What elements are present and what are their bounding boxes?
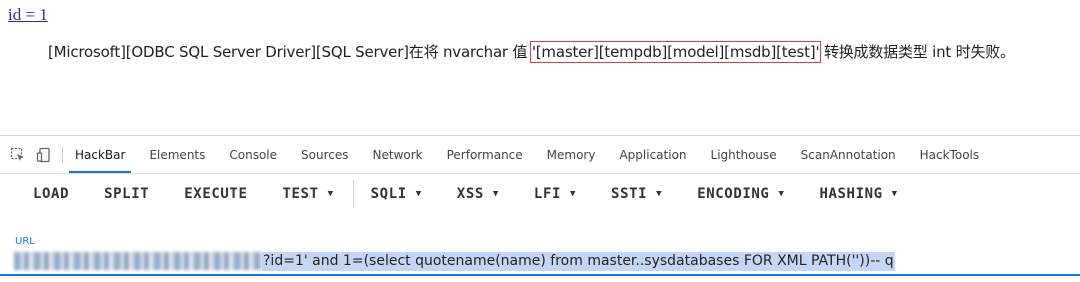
encoding-label: ENCODING xyxy=(697,186,770,202)
page-content: id = 1 [Microsoft][ODBC SQL Server Drive… xyxy=(0,0,1080,135)
error-prefix: [Microsoft][ODBC SQL Server Driver][SQL … xyxy=(48,43,532,61)
devtools-tabbar: HackBar Elements Console Sources Network… xyxy=(0,136,1080,174)
hackbar-toolbar: LOAD SPLIT EXECUTE TEST ▼ SQLI ▼ XSS ▼ LFI ▼… xyxy=(0,174,1080,214)
tab-lighthouse[interactable]: Lighthouse xyxy=(711,148,777,162)
load-button[interactable]: LOAD xyxy=(33,186,69,202)
tab-hackbar[interactable]: HackBar xyxy=(68,148,132,173)
tab-console[interactable]: Console xyxy=(229,148,277,162)
caret-down-icon: ▼ xyxy=(656,189,663,199)
sqli-label: SQLI xyxy=(370,186,407,202)
url-field-underline xyxy=(0,274,1080,276)
caret-down-icon: ▼ xyxy=(778,189,785,199)
lfi-dropdown[interactable]: LFI ▼ xyxy=(534,186,576,202)
tab-application[interactable]: Application xyxy=(619,148,686,162)
url-field-label: URL xyxy=(15,236,35,247)
split-button[interactable]: SPLIT xyxy=(104,186,149,202)
url-field[interactable]: ?id=1' and 1=(select quotename(name) fro… xyxy=(14,251,895,271)
ssti-label: SSTI xyxy=(611,186,648,202)
caret-down-icon: ▼ xyxy=(570,189,577,199)
tab-memory[interactable]: Memory xyxy=(547,148,596,162)
caret-down-icon: ▼ xyxy=(415,189,422,199)
tab-performance[interactable]: Performance xyxy=(447,148,523,162)
devtools-panel: HackBar Elements Console Sources Network… xyxy=(0,135,1080,282)
hashing-dropdown[interactable]: HASHING ▼ xyxy=(819,186,897,202)
tab-elements[interactable]: Elements xyxy=(149,148,205,162)
tab-hacktools[interactable]: HackTools xyxy=(920,148,979,162)
blurred-url-host xyxy=(14,252,262,270)
xss-dropdown[interactable]: XSS ▼ xyxy=(457,186,499,202)
tab-network[interactable]: Network xyxy=(373,148,423,162)
tabbar-divider xyxy=(62,146,63,163)
tab-scanannotation[interactable]: ScanAnnotation xyxy=(801,148,896,162)
device-toolbar-icon[interactable] xyxy=(36,147,52,163)
caret-down-icon: ▼ xyxy=(891,189,898,199)
inspect-element-icon[interactable] xyxy=(10,147,26,163)
test-label: TEST xyxy=(282,186,319,202)
execute-button[interactable]: EXECUTE xyxy=(184,186,247,202)
hashing-label: HASHING xyxy=(819,186,883,202)
error-suffix: 转换成数据类型 int 时失败。 xyxy=(819,43,1015,61)
tab-sources[interactable]: Sources xyxy=(301,148,348,162)
url-value[interactable]: ?id=1' and 1=(select quotename(name) fro… xyxy=(262,251,895,271)
lfi-label: LFI xyxy=(533,186,562,202)
sqli-dropdown[interactable]: SQLI ▼ xyxy=(371,186,422,202)
caret-down-icon: ▼ xyxy=(327,189,334,199)
caret-down-icon: ▼ xyxy=(492,189,499,199)
toolbar-divider xyxy=(352,180,354,208)
encoding-dropdown[interactable]: ENCODING ▼ xyxy=(697,186,784,202)
id-link[interactable]: id = 1 xyxy=(8,5,48,25)
error-message: [Microsoft][ODBC SQL Server Driver][SQL … xyxy=(48,41,1015,63)
test-dropdown[interactable]: TEST ▼ xyxy=(282,186,333,202)
error-highlight: '[master][tempdb][model][msdb][test]' xyxy=(529,41,822,63)
ssti-dropdown[interactable]: SSTI ▼ xyxy=(611,186,662,202)
xss-label: XSS xyxy=(456,186,484,202)
